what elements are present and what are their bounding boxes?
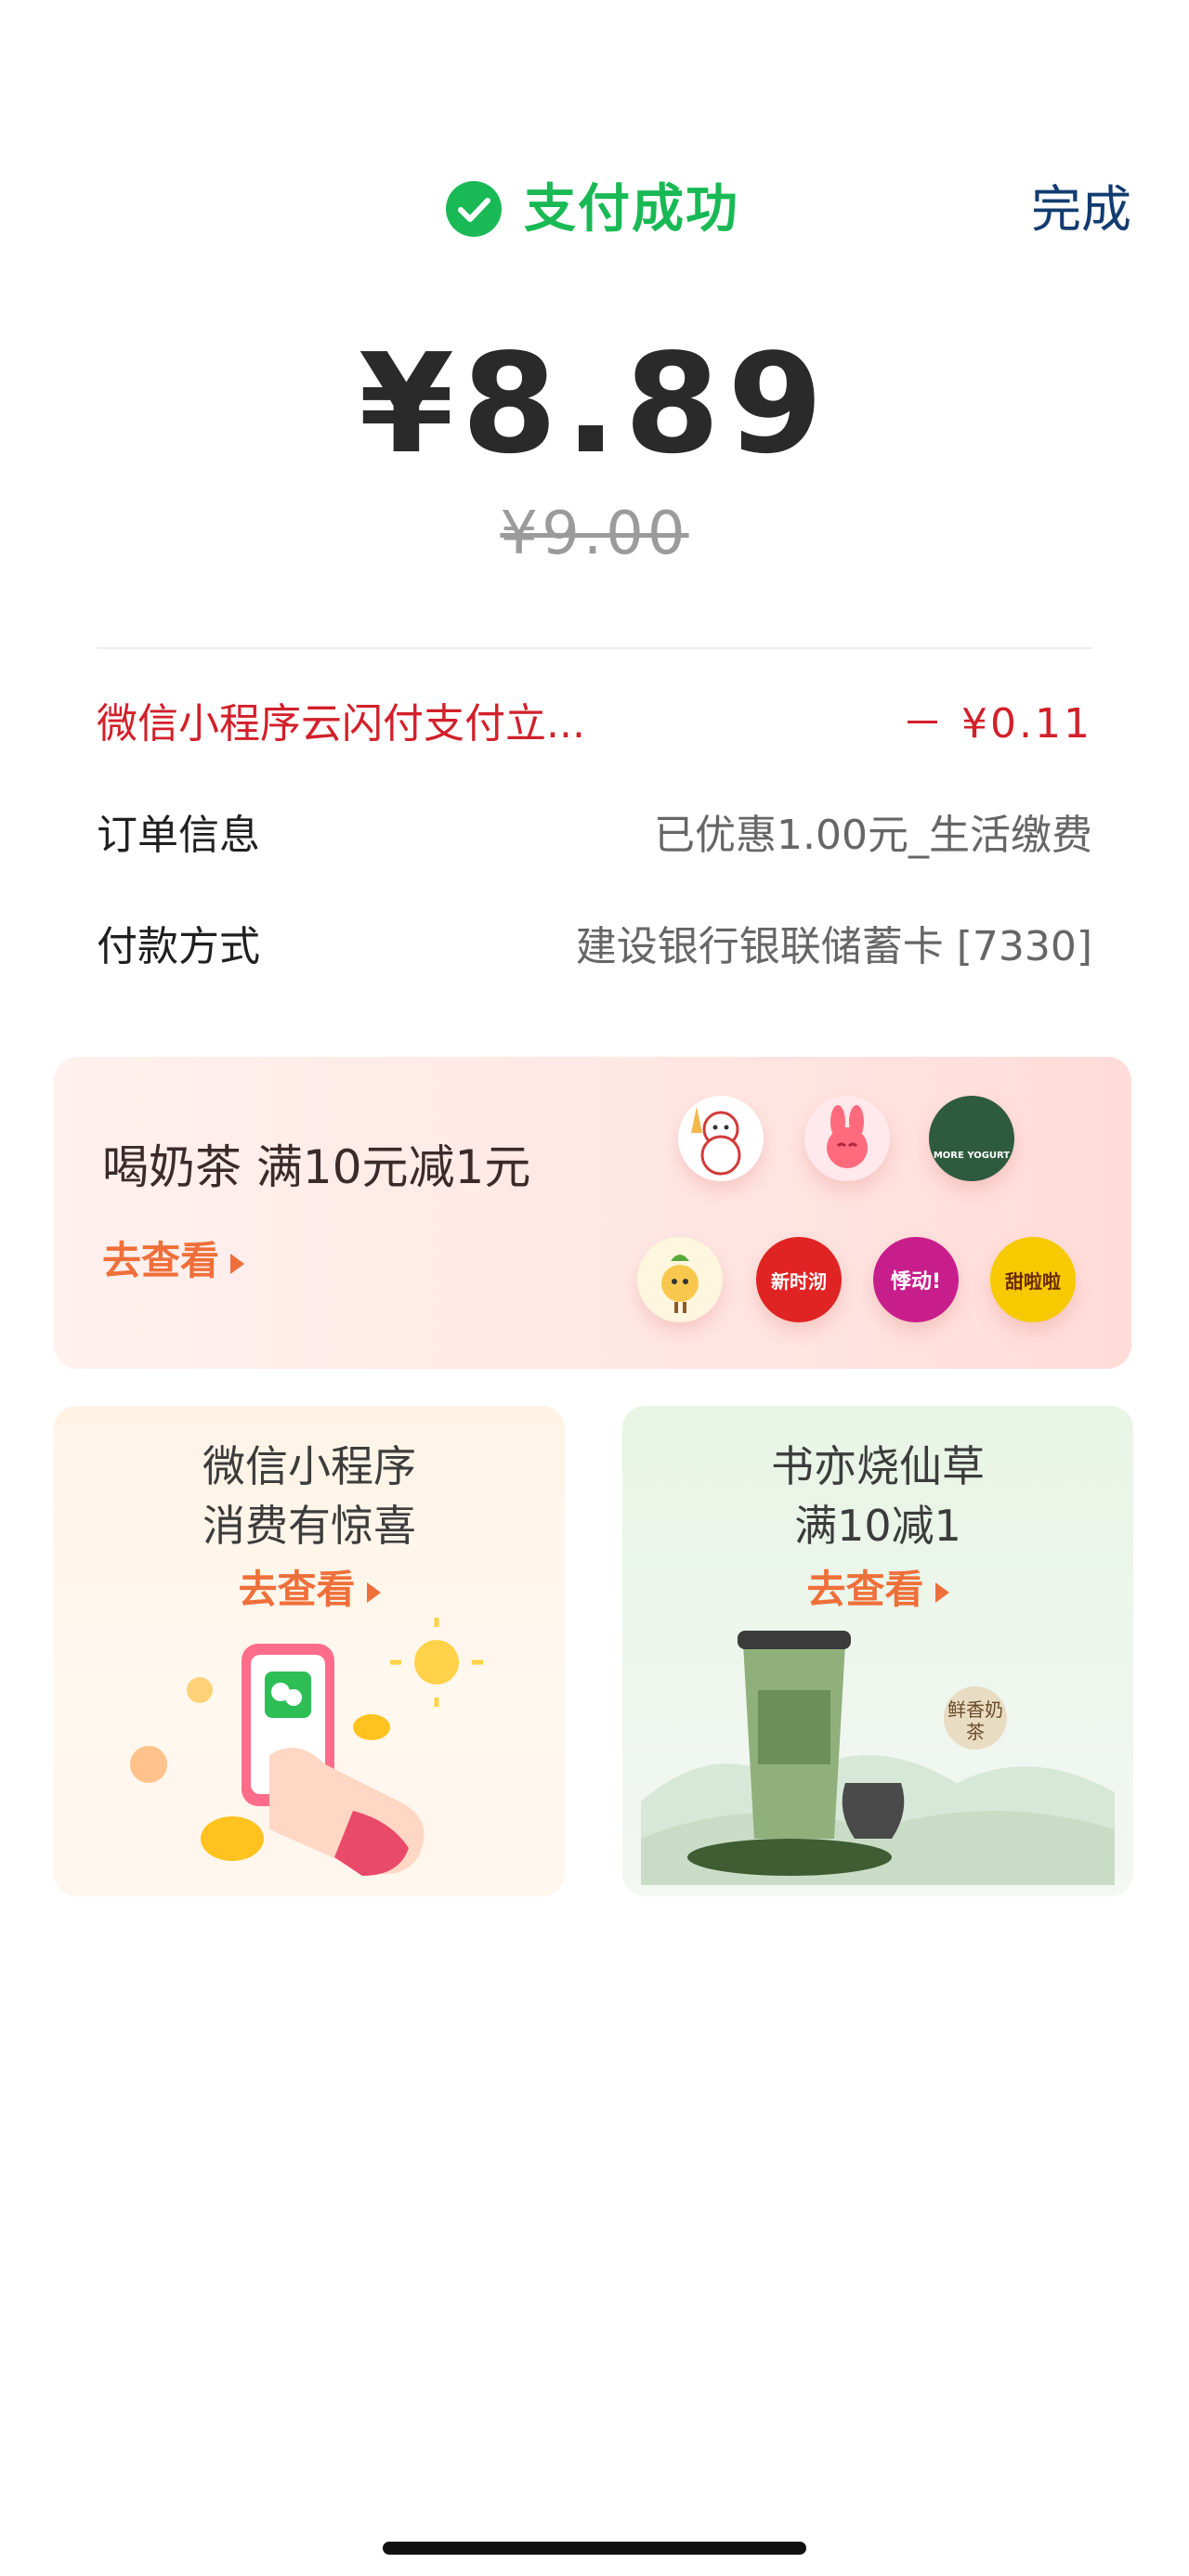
discount-value: － ¥0.11: [902, 700, 1092, 748]
heartbeat-label: 悸动!: [890, 1270, 942, 1294]
new-shop-logo: 新时沏: [756, 1237, 842, 1322]
sweet-logo: 甜啦啦: [990, 1237, 1076, 1322]
play-arrow-icon: [366, 1581, 381, 1603]
cup-badge-text: 鲜香奶茶: [947, 1698, 1003, 1743]
mini-program-view-label: 去查看: [238, 1567, 356, 1612]
new-shop-label: 新时沏: [771, 1269, 827, 1293]
home-indicator[interactable]: [383, 2542, 806, 2555]
phone-hand-illustration: [121, 1616, 511, 1885]
snowman-mascot-logo: [678, 1096, 764, 1181]
done-button[interactable]: 完成: [1031, 173, 1131, 247]
mini-program-view-link[interactable]: 去查看: [54, 1564, 565, 1616]
shuyi-view-link[interactable]: 去查看: [622, 1564, 1133, 1616]
payment-method-label: 付款方式: [97, 923, 260, 970]
mini-program-line1: 微信小程序: [203, 1441, 416, 1491]
play-arrow-icon: [934, 1581, 949, 1603]
payment-status-title: 支付成功: [524, 179, 739, 240]
order-info-value: 已优惠1.00元_生活缴费: [654, 812, 1092, 859]
play-arrow-icon: [230, 1253, 245, 1274]
fruit-mascot-logo: [637, 1237, 723, 1322]
promo-title: 喝奶茶 满10元减1元: [102, 1140, 531, 1194]
pink-rabbit-logo: [804, 1096, 890, 1181]
promo-view-label: 去查看: [102, 1238, 220, 1283]
mini-program-line2: 消费有惊喜: [203, 1501, 416, 1551]
payment-method-value: 建设银行银联储蓄卡 [7330]: [575, 923, 1092, 970]
paid-amount: ¥8.89: [358, 324, 831, 484]
promo-view-link[interactable]: 去查看: [102, 1235, 245, 1287]
heartbeat-logo: 悸动!: [873, 1237, 959, 1322]
divider: [97, 647, 1092, 649]
milk-tea-cup-illustration: [641, 1616, 1115, 1885]
success-check-icon: [446, 181, 502, 237]
sweet-label: 甜啦啦: [1005, 1269, 1061, 1293]
shuyi-line1: 书亦烧仙草: [771, 1441, 985, 1491]
more-yogurt-logo: MORE YOGURT: [929, 1096, 1014, 1181]
shuyi-view-label: 去查看: [806, 1567, 924, 1612]
more-yogurt-label: MORE YOGURT: [933, 1150, 1011, 1161]
shuyi-line2: 满10减1: [794, 1501, 961, 1551]
discount-label: 微信小程序云闪付支付立...: [97, 700, 585, 748]
original-amount: ¥9.00: [500, 500, 689, 568]
order-info-label: 订单信息: [97, 812, 260, 859]
